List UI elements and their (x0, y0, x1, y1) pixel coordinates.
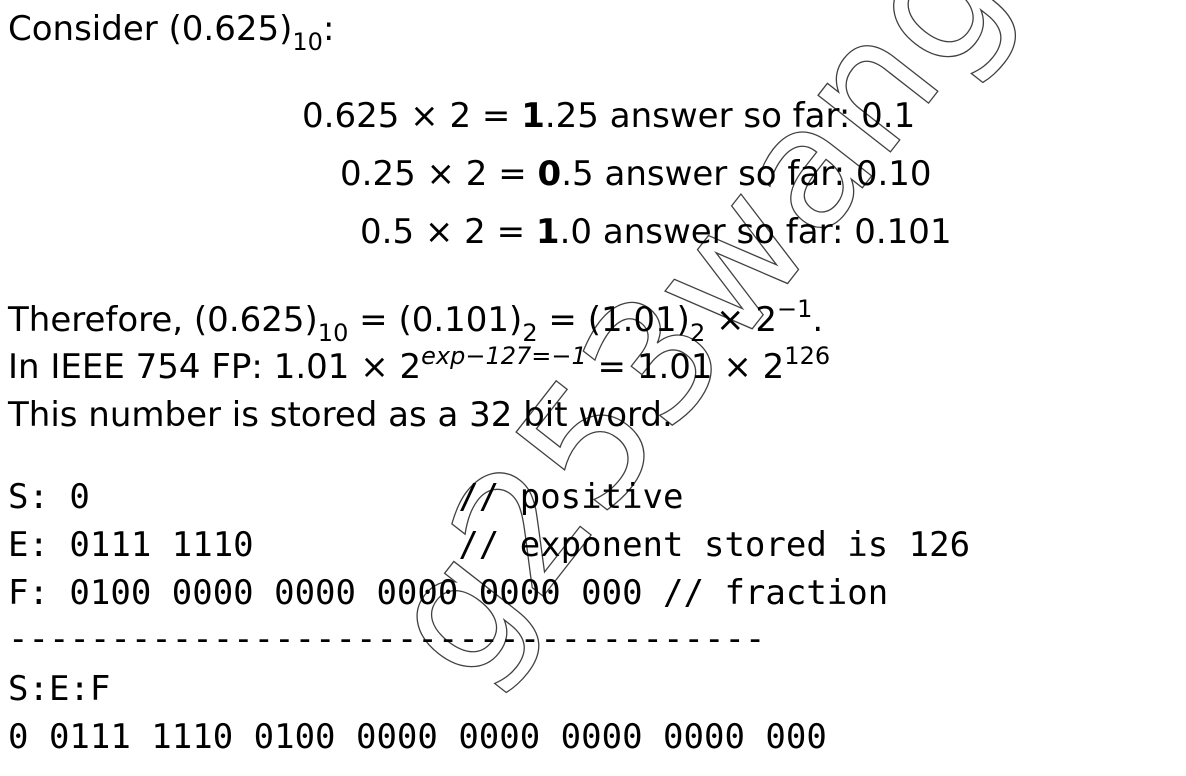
divider-line: ------------------------------------- (8, 619, 766, 659)
therefore-part: . (812, 300, 824, 340)
intro-prefix: Consider (0.625) (8, 9, 293, 49)
ieee-exponent: exp−127=−1 (421, 342, 587, 370)
step-rest: .5 (561, 154, 594, 194)
therefore-part: × 2 (705, 300, 777, 340)
therefore-line: Therefore, (0.625)10 = (0.101) 2 = (1.01)… (8, 297, 824, 345)
step-bit: 1 (535, 212, 560, 252)
sign-field-line: S: 0 // positive (8, 477, 684, 517)
ieee-part: In IEEE 754 FP: 1.01 × 2 (8, 347, 422, 387)
sef-label: S:E:F (8, 669, 111, 709)
intro-suffix: : (322, 9, 335, 49)
step-note: answer so far: 0.101 (592, 212, 952, 252)
fraction-field-line: F: 0100 0000 0000 0000 0000 000 // fract… (8, 573, 889, 613)
step-2: 0.25 × 2 = 0.5 answer so far: 0.10 (340, 157, 932, 191)
step-1: 0.625 × 2 = 1.25 answer so far: 0.1 (302, 99, 915, 133)
step-note: answer so far: 0.10 (593, 154, 932, 194)
exponent-field-line: E: 0111 1110 // exponent stored is 126 (8, 525, 971, 565)
step-lhs: 0.25 × 2 = (340, 154, 538, 194)
therefore-part: = (0.101) (348, 300, 523, 340)
step-lhs: 0.5 × 2 = (360, 212, 536, 252)
ieee-line: In IEEE 754 FP: 1.01 × 2exp−127=−1 = 1.0… (8, 344, 830, 387)
therefore-subscript: 10 (317, 319, 349, 347)
step-bit: 1 (521, 96, 545, 136)
ieee-exponent: 126 (784, 342, 831, 370)
therefore-superscript: −1 (776, 295, 813, 323)
intro-line: Consider (0.625)10: (8, 9, 335, 54)
therefore-part: Therefore, (0.625) (8, 300, 318, 340)
step-rest: .0 (559, 212, 593, 252)
stored-line: This number is stored as a 32 bit word. (8, 395, 673, 435)
therefore-part: = (1.01) (537, 300, 690, 340)
therefore-subscript: 2 (689, 319, 706, 347)
step-3: 0.5 × 2 = 1.0 answer so far: 0.101 (360, 215, 952, 249)
step-note: answer so far: 0.1 (598, 96, 916, 136)
intro-subscript: 10 (292, 28, 323, 56)
ieee-part: = 1.01 × 2 (586, 347, 785, 387)
step-lhs: 0.625 × 2 = (302, 96, 522, 136)
sef-value: 0 0111 1110 0100 0000 0000 0000 0000 000 (8, 717, 827, 757)
step-bit: 0 (537, 154, 562, 194)
step-rest: .25 (544, 96, 599, 136)
